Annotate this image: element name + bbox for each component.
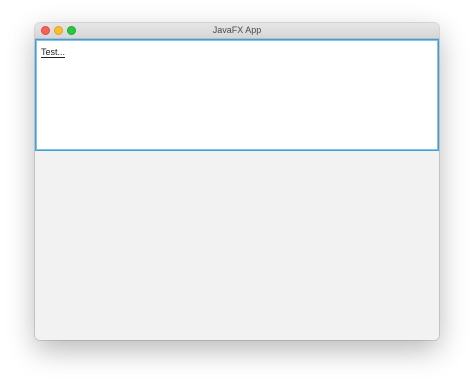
text-area-content: Test... [41, 47, 66, 58]
title-bar[interactable]: JavaFX App [35, 23, 439, 39]
text-area[interactable]: Test... [35, 39, 439, 151]
window-title: JavaFX App [212, 25, 262, 35]
app-window: JavaFX App Test... [35, 23, 439, 340]
empty-content-area [35, 151, 439, 340]
